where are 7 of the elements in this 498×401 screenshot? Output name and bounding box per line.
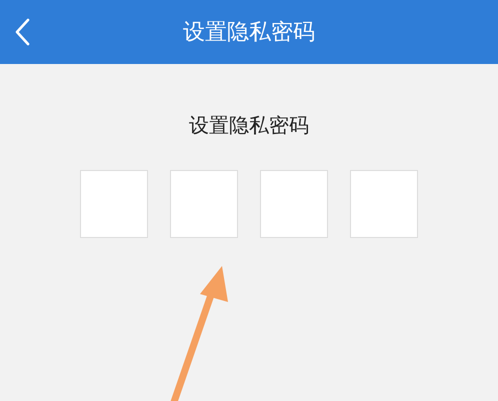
pin-input-box[interactable] bbox=[260, 170, 328, 238]
pin-input-box[interactable] bbox=[350, 170, 418, 238]
pin-input-box[interactable] bbox=[170, 170, 238, 238]
back-icon bbox=[14, 18, 30, 46]
header-title: 设置隐私密码 bbox=[183, 18, 315, 46]
pin-input-box[interactable] bbox=[80, 170, 148, 238]
prompt-label: 设置隐私密码 bbox=[189, 112, 309, 139]
